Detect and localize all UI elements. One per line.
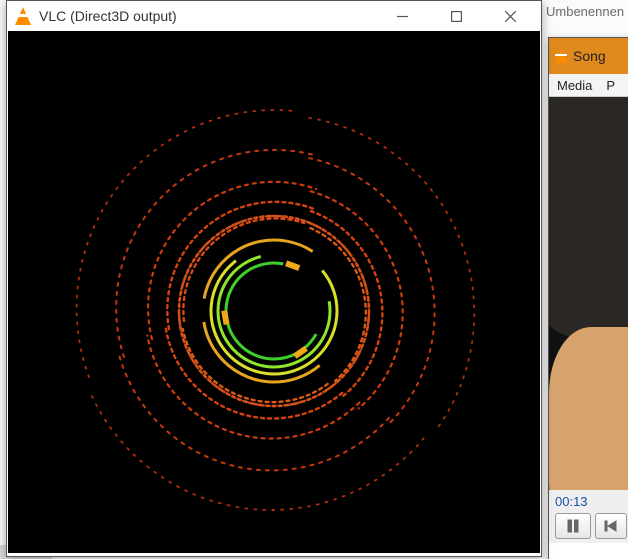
video-content [549,327,628,490]
maximize-button[interactable] [433,1,479,31]
vlc-cone-icon [15,7,31,25]
vlc-player-menubar[interactable]: Media P [549,74,628,97]
pause-button[interactable] [555,513,591,539]
bg-hint-rename: Umbenennen [546,4,624,19]
previous-button[interactable] [595,513,627,539]
minimize-button[interactable] [379,1,425,31]
vlc-player-video-area[interactable] [549,97,628,490]
visualizer-canvas[interactable] [8,31,540,553]
desktop: Einfügen Verschieben Kopieren Löschen Um… [0,0,628,559]
vlc-player-titlebar[interactable]: Song [549,38,628,74]
video-content [549,97,628,337]
menu-playback[interactable]: P [606,78,615,93]
menu-media[interactable]: Media [557,78,592,93]
vlc-visualizer-window[interactable]: VLC (Direct3D output) [6,0,542,557]
vlc-visualizer-titlebar[interactable]: VLC (Direct3D output) [7,1,541,31]
close-button[interactable] [487,1,533,31]
vlc-cone-icon [555,49,567,63]
playback-button-row [555,513,628,539]
vlc-player-controls: 00:13 [549,490,628,543]
visualizer-graphic [8,31,540,553]
vlc-player-title: Song [573,48,606,64]
playback-time: 00:13 [555,494,628,509]
vlc-player-window[interactable]: Song Media P 00:13 [548,37,628,559]
vlc-visualizer-title: VLC (Direct3D output) [39,8,177,24]
